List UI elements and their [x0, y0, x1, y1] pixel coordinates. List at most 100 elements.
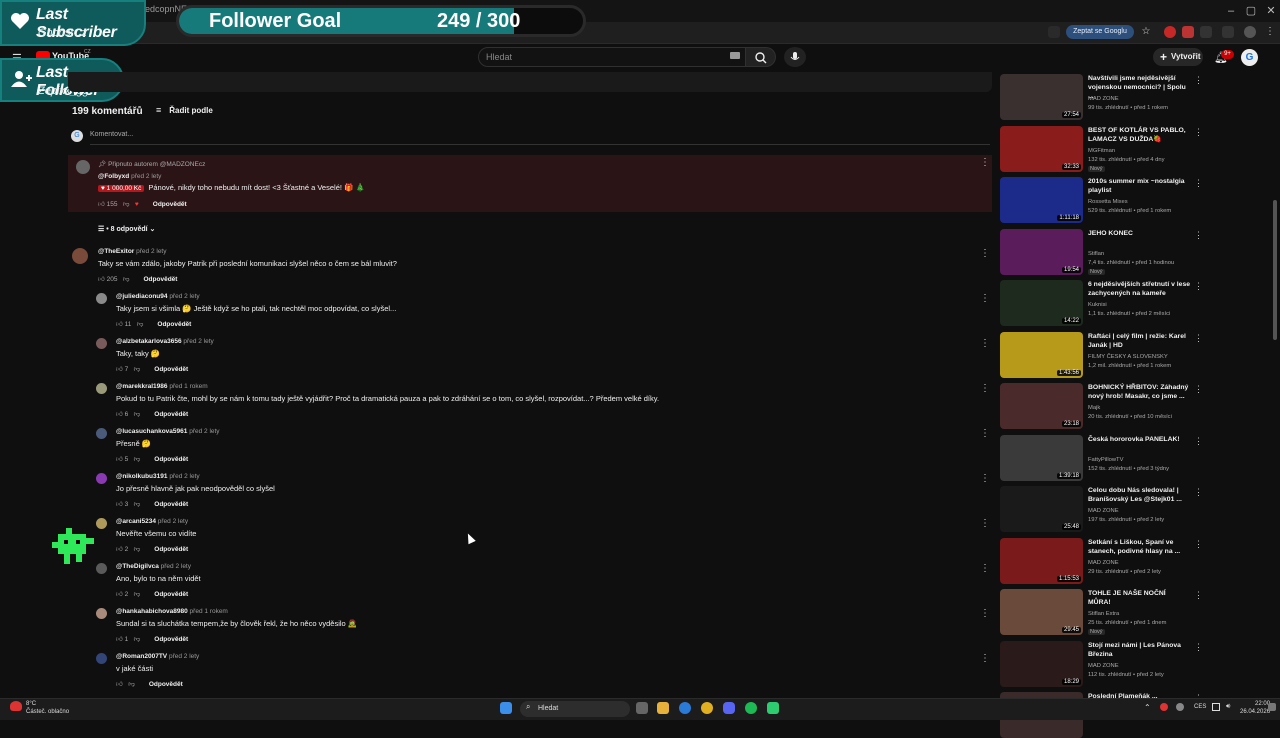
close-icon[interactable]: ✕ [1264, 4, 1278, 18]
comment-avatar[interactable] [96, 293, 107, 304]
video-title[interactable]: Raftáci | celý film | režie: Karel Janák… [1088, 332, 1190, 350]
comment-time[interactable]: před 2 lety [161, 563, 191, 570]
author-handle[interactable]: @nikolkubu3191 [116, 473, 168, 480]
video-title[interactable]: 2010s summer mix ~nostalgia playlist [1088, 177, 1190, 195]
author-handle[interactable]: @juliediaconu94 [116, 293, 168, 300]
video-menu-icon[interactable]: ⋮ [1194, 487, 1203, 498]
network-icon[interactable] [1212, 703, 1220, 711]
channel-name[interactable]: Majk [1088, 405, 1100, 411]
like-icon[interactable]: 👍︎ [116, 636, 123, 643]
comment-author[interactable]: @nikolkubu3191 před 2 lety [116, 473, 200, 480]
video-title[interactable]: BOHNICKÝ HŘBITOV: Záhadný nový hrob! Mas… [1088, 383, 1190, 401]
video-title[interactable]: TOHLE JE NAŠE NOČNÍ MŮRA! [1088, 589, 1190, 607]
comment-author[interactable]: @Roman2007TV před 2 lety [116, 653, 199, 660]
language-indicator[interactable]: CES [1194, 704, 1206, 710]
channel-name[interactable]: MAD ZONE [1088, 96, 1119, 102]
pinned-time[interactable]: před 2 lety [131, 173, 161, 180]
maximize-icon[interactable]: ▢ [1244, 4, 1258, 18]
author-handle[interactable]: @hankahabichova8980 [116, 608, 188, 615]
comment-avatar[interactable] [96, 608, 107, 619]
comment-menu-icon[interactable]: ⋮ [980, 384, 990, 394]
channel-name[interactable]: MAD ZONE [1088, 663, 1119, 669]
create-button[interactable]: + Vytvořit [1153, 48, 1203, 66]
like-icon[interactable]: 👍︎ [116, 546, 123, 553]
dislike-icon[interactable]: 👎︎ [134, 501, 141, 508]
reply-button[interactable]: Odpovědět [154, 591, 188, 598]
author-handle[interactable]: @arcani5234 [116, 518, 156, 525]
task-view-icon[interactable] [636, 702, 648, 714]
video-title[interactable]: Setkání s Liškou, Spaní ve stanech, podi… [1088, 538, 1190, 556]
video-menu-icon[interactable]: ⋮ [1194, 127, 1203, 138]
reply-button[interactable]: Odpovědět [157, 321, 191, 328]
tray-app-icon[interactable] [1160, 703, 1168, 711]
comment-menu-icon[interactable]: ⋮ [980, 474, 990, 484]
reply-button[interactable]: Odpovědět [154, 366, 188, 373]
extension-icon-2[interactable] [1182, 26, 1194, 38]
dislike-icon[interactable]: 👎︎ [134, 456, 141, 463]
channel-name[interactable]: MAD ZONE [1088, 560, 1119, 566]
like-icon[interactable]: 👍︎ [116, 456, 123, 463]
video-thumbnail[interactable]: 29:45 [1000, 589, 1083, 635]
comment-avatar[interactable] [96, 563, 107, 574]
like-icon[interactable]: 👍︎ [98, 276, 105, 283]
comment-time[interactable]: před 2 lety [136, 248, 166, 255]
dislike-icon[interactable]: 👎︎ [137, 321, 144, 328]
keyboard-icon[interactable] [730, 52, 740, 59]
ask-google-button[interactable]: Zeptat se Googlu [1066, 25, 1134, 39]
comment-avatar[interactable] [96, 653, 107, 664]
video-title[interactable]: BEST OF KOTLÁR VS PABLO, LAMACZ VS DUŽDA… [1088, 126, 1190, 144]
recommended-video[interactable]: 29:45 TOHLE JE NAŠE NOČNÍ MŮRA! Stiflan Ex… [1000, 589, 1190, 635]
author-handle[interactable]: @TheDigilvca [116, 563, 159, 570]
video-menu-icon[interactable]: ⋮ [1194, 539, 1203, 550]
comment-author[interactable]: @hankahabichova8980 před 1 rokem [116, 608, 228, 615]
comment-time[interactable]: před 2 lety [169, 293, 199, 300]
comment-time[interactable]: před 2 lety [189, 428, 219, 435]
comment-menu-icon[interactable]: ⋮ [980, 654, 990, 664]
tray-mic-icon[interactable] [1176, 703, 1184, 711]
video-menu-icon[interactable]: ⋮ [1194, 642, 1203, 653]
sidebar-icon[interactable] [1222, 26, 1234, 38]
author-handle[interactable]: @alzbetakarlova3656 [116, 338, 182, 345]
file-explorer-icon[interactable] [657, 702, 669, 714]
like-icon[interactable]: 👍︎ [116, 321, 123, 328]
tray-chevron-icon[interactable]: ⌃ [1144, 703, 1151, 712]
like-icon[interactable]: 👍︎ [116, 501, 123, 508]
extension-icon[interactable] [1164, 26, 1176, 38]
comment-time[interactable]: před 2 lety [169, 473, 199, 480]
recommended-video[interactable]: 32:33 BEST OF KOTLÁR VS PABLO, LAMACZ VS … [1000, 125, 1190, 172]
reply-button[interactable]: Odpovědět [154, 501, 188, 508]
video-menu-icon[interactable]: ⋮ [1194, 436, 1203, 447]
recommended-video[interactable]: 1:11:18 2010s summer mix ~nostalgia playl… [1000, 177, 1190, 223]
comment-time[interactable]: před 1 rokem [190, 608, 228, 615]
video-thumbnail[interactable]: 23:18 [1000, 383, 1083, 429]
channel-name[interactable]: FILMY ČESKY A SLOVENSKY [1088, 354, 1168, 360]
comment-avatar[interactable] [76, 160, 90, 174]
like-icon[interactable]: 👍︎ [116, 591, 123, 598]
weather-icon[interactable] [10, 701, 22, 711]
comment-author[interactable]: @alzbetakarlova3656 před 2 lety [116, 338, 214, 345]
cast-icon[interactable] [1048, 26, 1060, 38]
comment-menu-icon[interactable]: ⋮ [980, 249, 990, 259]
account-avatar[interactable]: G [1241, 49, 1258, 66]
comment-author[interactable]: @TheExitor před 2 lety [98, 248, 167, 255]
comment-avatar[interactable] [96, 428, 107, 439]
video-menu-icon[interactable]: ⋮ [1194, 230, 1203, 241]
profile-icon[interactable] [1244, 26, 1256, 38]
video-thumbnail[interactable]: 18:29 [1000, 640, 1083, 687]
reply-button[interactable]: Odpovědět [154, 636, 188, 643]
browser-menu-icon[interactable]: ⋮ [1264, 26, 1276, 38]
taskbar-search[interactable]: Hledat [520, 701, 630, 717]
comment-avatar[interactable] [96, 338, 107, 349]
add-comment-input[interactable]: Komentovat... [90, 131, 133, 138]
video-thumbnail[interactable]: 1:15:53 [1000, 537, 1083, 584]
channel-name[interactable]: FattyPillowTV [1088, 457, 1123, 463]
dislike-icon[interactable]: 👎︎ [134, 366, 141, 373]
video-title[interactable]: Stojí mezi námi | Les Pánova Březina [1088, 641, 1190, 659]
recommended-video[interactable]: 27:54 Navštívili jsme nejděsivější vojens… [1000, 74, 1190, 120]
reply-button[interactable]: Odpovědět [144, 276, 178, 283]
scrollbar[interactable] [1273, 200, 1277, 340]
spotify-icon[interactable] [745, 702, 757, 714]
video-title[interactable]: Česká hororovka PANELAK! [1088, 435, 1190, 444]
comment-avatar[interactable] [96, 518, 107, 529]
recommended-video[interactable]: 1:39:18 Česká hororovka PANELAK! FattyPill… [1000, 434, 1190, 481]
